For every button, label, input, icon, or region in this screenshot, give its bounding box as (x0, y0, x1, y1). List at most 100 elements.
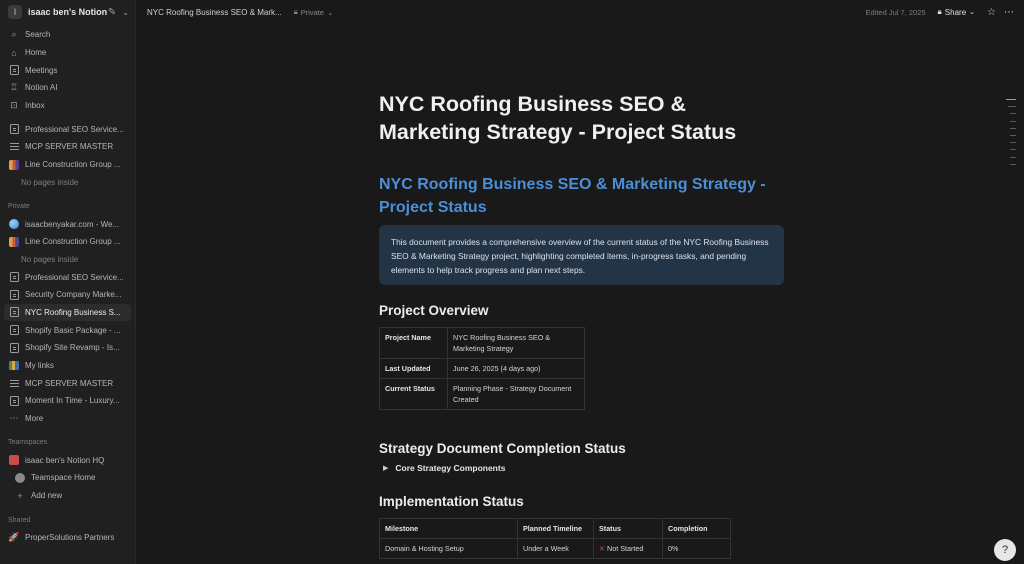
more-icon[interactable]: ⋯ (1004, 7, 1014, 18)
outline-mark (1010, 149, 1016, 151)
table-cell[interactable]: Last Updated (379, 358, 448, 379)
sidebar-item-notion-ai[interactable]: ♖ Notion AI (0, 79, 135, 97)
sidebar-item-mcp-server-private[interactable]: MCP SERVER MASTER (0, 374, 135, 392)
home-icon: ⌂ (11, 47, 17, 58)
table-header-row: Milestone Planned Timeline Status Comple… (379, 518, 731, 539)
table-cell[interactable]: 0% (662, 538, 731, 559)
house-icon (8, 455, 20, 466)
chart-icon (8, 236, 20, 247)
outline-mark (1010, 127, 1016, 129)
page-icon (8, 307, 20, 318)
table-cell[interactable]: Project Name (379, 327, 448, 359)
breadcrumb[interactable]: NYC Roofing Business SEO & Mark... (147, 8, 282, 17)
teamspaces-section-label[interactable]: Teamspaces (0, 434, 135, 451)
table-cell[interactable]: Under a Week (517, 538, 594, 559)
topbar: NYC Roofing Business SEO & Mark... 🔒︎ Pr… (137, 0, 1024, 24)
outline-mark (1008, 106, 1016, 108)
sidebar-item-shopify-basic[interactable]: Shopify Basic Package - ... (0, 321, 135, 339)
private-section-label[interactable]: Private (0, 198, 135, 215)
outline-mark (1010, 113, 1016, 115)
chart-icon (8, 159, 20, 170)
table-cell[interactable]: NYC Roofing Business SEO & Marketing Str… (447, 327, 585, 359)
sidebar-item-my-links[interactable]: My links (0, 357, 135, 375)
heading-project-overview[interactable]: Project Overview (379, 303, 489, 318)
privacy-label: Private (300, 7, 325, 17)
sidebar-item-moment-in-time[interactable]: Moment In Time - Luxury... (0, 392, 135, 410)
column-header[interactable]: Completion (662, 518, 731, 539)
sidebar-item-shopify-revamp[interactable]: Shopify Site Revamp - Is... (0, 339, 135, 357)
teamspace-icon (14, 472, 26, 483)
books-icon (8, 361, 20, 371)
sidebar-item-notion-hq[interactable]: isaac ben's Notion HQ (0, 451, 135, 469)
table-row: Domain & Hosting Setup Under a Week ✕ Not… (379, 538, 731, 559)
callout[interactable]: This document provides a comprehensive o… (379, 225, 784, 285)
sidebar-empty-note: No pages inside (21, 254, 79, 264)
column-header[interactable]: Planned Timeline (517, 518, 594, 539)
column-header[interactable]: Status (593, 518, 663, 539)
sidebar-item-mcp-server[interactable]: MCP SERVER MASTER (0, 138, 135, 156)
sidebar: I isaac ben's Notion ✎ ⌄ ⌕ Search ⌂ Home M… (0, 0, 136, 564)
sidebar-item-security-company[interactable]: Security Company Marke... (0, 286, 135, 304)
sidebar-item-isaacbenyakar[interactable]: isaacbenyakar.com - We... (0, 215, 135, 233)
page-icon (8, 289, 20, 300)
list-icon (8, 379, 20, 387)
privacy-selector[interactable]: 🔒︎ Private ⌄ (294, 7, 334, 17)
sidebar-item-inbox[interactable]: ⊡ Inbox (0, 97, 135, 115)
workspace-switcher[interactable]: I isaac ben's Notion ✎ ⌄ (0, 0, 135, 24)
column-header[interactable]: Milestone (379, 518, 518, 539)
table-cell[interactable]: Domain & Hosting Setup (379, 538, 518, 559)
notion-ai-icon: ♖ (9, 82, 19, 93)
sidebar-empty-note: No pages inside (21, 177, 79, 187)
sidebar-item-search[interactable]: ⌕ Search (0, 26, 135, 44)
share-button[interactable]: 🔒︎ Share ⌄ (934, 5, 980, 19)
table-cell[interactable]: ✕ Not Started (593, 538, 663, 559)
chevron-down-icon[interactable]: ⌄ (122, 8, 129, 17)
sidebar-more[interactable]: ⋯ More (0, 410, 135, 428)
table-cell[interactable]: June 26, 2025 (4 days ago) (447, 358, 585, 379)
sidebar-item-professional-seo[interactable]: Professional SEO Service... (0, 120, 135, 138)
cross-mark-icon: ✕ (599, 544, 606, 553)
outline-mark (1010, 134, 1016, 136)
workspace-name[interactable]: isaac ben's Notion (28, 7, 108, 17)
more-icon: ⋯ (9, 413, 19, 424)
sidebar-item-professional-seo-private[interactable]: Professional SEO Service... (0, 268, 135, 286)
sidebar-item-teamspace-home[interactable]: Teamspace Home (0, 469, 135, 487)
help-icon[interactable]: ? (994, 539, 1016, 561)
sidebar-item-propersolutions[interactable]: 🚀 ProperSolutions Partners (0, 529, 135, 547)
triangle-right-icon[interactable]: ▶ (383, 464, 388, 472)
share-label: Share (944, 7, 967, 17)
heading-implementation-status[interactable]: Implementation Status (379, 494, 524, 509)
table-cell[interactable]: Current Status (379, 378, 448, 410)
outline-mark (1010, 120, 1016, 122)
rocket-icon: 🚀 (8, 531, 20, 542)
sidebar-item-meetings[interactable]: Meetings (0, 61, 135, 79)
workspace-avatar: I (8, 5, 22, 19)
shared-section-label[interactable]: Shared (0, 512, 135, 529)
new-page-icon[interactable]: ✎ (108, 7, 116, 18)
share-icon: 🔒︎ (937, 7, 942, 16)
heading-completion-status[interactable]: Strategy Document Completion Status (379, 441, 626, 456)
outline-mark (1010, 142, 1016, 144)
page-title[interactable]: NYC Roofing Business SEO & Marketing Str… (379, 91, 779, 146)
toggle-label: Core Strategy Components (395, 463, 506, 473)
page-outline[interactable] (1006, 99, 1016, 165)
table-row: Current Status Planning Phase - Strategy… (379, 378, 585, 410)
table-cell[interactable]: Planning Phase - Strategy Document Creat… (447, 378, 585, 410)
sidebar-item-line-construction-private[interactable]: Line Construction Group ... (0, 233, 135, 251)
heading-blue[interactable]: NYC Roofing Business SEO & Marketing Str… (379, 174, 789, 219)
sidebar-item-home[interactable]: ⌂ Home (0, 44, 135, 62)
overview-table: Project Name NYC Roofing Business SEO & … (379, 327, 585, 410)
list-icon (8, 143, 20, 151)
star-icon[interactable]: ☆ (987, 7, 996, 18)
sidebar-item-line-construction[interactable]: Line Construction Group ... (0, 156, 135, 174)
page-icon (8, 272, 20, 283)
chevron-down-icon: ⌄ (969, 9, 976, 16)
plus-icon: + (17, 490, 23, 501)
page-icon (8, 395, 20, 406)
globe-icon (8, 219, 20, 230)
sidebar-item-nyc-roofing[interactable]: NYC Roofing Business S... (4, 303, 131, 322)
chevron-down-icon: ⌄ (327, 7, 334, 17)
toggle-core-strategy[interactable]: ▶ Core Strategy Components (383, 463, 505, 473)
search-icon: ⌕ (11, 29, 17, 40)
sidebar-item-add-new[interactable]: + Add new (0, 487, 135, 505)
